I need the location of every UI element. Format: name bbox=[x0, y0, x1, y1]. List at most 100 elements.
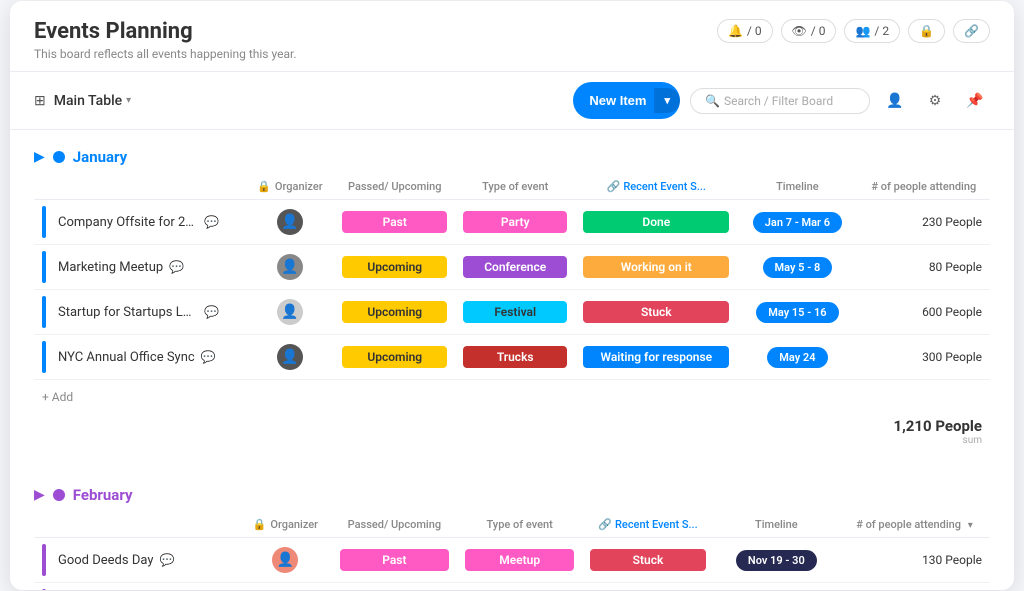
type-cell[interactable]: Festival bbox=[455, 290, 575, 335]
table-icon: ⊞ bbox=[34, 93, 46, 109]
lock-icon-col: 🔒 bbox=[257, 180, 271, 193]
settings-icon-btn[interactable]: ⚙ bbox=[920, 86, 950, 116]
share-badge[interactable]: 🔗 bbox=[953, 19, 990, 43]
january-dot bbox=[53, 151, 65, 163]
status-cell[interactable]: Working on it bbox=[582, 583, 713, 591]
recent-col-link: 🔗 Recent Event S... bbox=[583, 180, 729, 193]
feb-col-header-passed: Passed/ Upcoming bbox=[332, 512, 457, 538]
row-name-text: Good Deeds Day bbox=[58, 553, 153, 568]
type-cell[interactable]: Party bbox=[457, 583, 582, 591]
row-name-container: Good Deeds Day 💬 bbox=[42, 544, 231, 576]
people-count: 300 People bbox=[866, 350, 982, 364]
passed-cell[interactable]: Past bbox=[332, 583, 457, 591]
timeline-pill: Jan 7 - Mar 6 bbox=[753, 212, 842, 233]
row-name-cell: Good Deeds Day 💬 bbox=[34, 538, 239, 583]
timeline-cell[interactable]: Nov 19 - 30 bbox=[714, 538, 839, 583]
type-cell[interactable]: Party bbox=[455, 200, 575, 245]
bell-icon: 🔔 bbox=[728, 24, 743, 38]
passed-cell[interactable]: Upcoming bbox=[334, 290, 454, 335]
january-title: January bbox=[73, 148, 127, 166]
people-cell: 600 People bbox=[858, 290, 990, 335]
group-february: ▶ February 🔒 Organizer Passed/ Upco bbox=[34, 486, 990, 590]
type-cell[interactable]: Meetup bbox=[457, 538, 582, 583]
organizer-cell: 👤 bbox=[239, 538, 332, 583]
sum-cell: 1,210 People sum bbox=[858, 411, 990, 452]
timeline-cell[interactable]: Jan 7 - Mar 6 bbox=[737, 200, 857, 245]
add-row-button[interactable]: + Add bbox=[42, 390, 73, 404]
sort-icon[interactable]: ▾ bbox=[968, 520, 973, 531]
toolbar-left: ⊞ Main Table ▾ bbox=[34, 93, 131, 109]
passed-pill: Past bbox=[342, 211, 446, 233]
eye-icon: 👁 bbox=[792, 24, 807, 38]
type-cell[interactable]: Trucks bbox=[455, 335, 575, 380]
chat-icon[interactable]: 💬 bbox=[204, 215, 219, 229]
row-left-bar bbox=[42, 341, 46, 373]
people-count: 130 People bbox=[847, 553, 982, 567]
chat-icon[interactable]: 💬 bbox=[159, 553, 174, 567]
new-item-button[interactable]: New Item ▾ bbox=[573, 82, 680, 119]
status-cell[interactable]: Waiting for response bbox=[575, 335, 737, 380]
timeline-cell[interactable]: May 15 - 16 bbox=[737, 290, 857, 335]
chat-icon[interactable]: 💬 bbox=[201, 350, 216, 364]
link-icon: 🔗 bbox=[607, 180, 621, 193]
feb-recent-col-link: 🔗 Recent Event S... bbox=[590, 518, 705, 531]
app-wrapper: Events Planning This board reflects all … bbox=[10, 1, 1014, 590]
people-count: 230 People bbox=[866, 215, 982, 229]
sum-spacer bbox=[34, 411, 858, 452]
status-cell[interactable]: Working on it bbox=[575, 245, 737, 290]
avatar: 👤 bbox=[277, 254, 303, 280]
table-row: Company Offsite for 2018 💬 👤 Past Party … bbox=[34, 200, 990, 245]
status-pill: Stuck bbox=[590, 549, 705, 571]
notification-badge[interactable]: 🔔 / 0 bbox=[717, 19, 773, 43]
feb-col-header-name bbox=[34, 512, 239, 538]
toolbar: ⊞ Main Table ▾ New Item ▾ 🔍 Search / Fil… bbox=[10, 72, 1014, 130]
view-badge[interactable]: 👁 / 0 bbox=[781, 19, 837, 43]
february-table: 🔒 Organizer Passed/ Upcoming Type of eve… bbox=[34, 512, 990, 590]
passed-cell[interactable]: Upcoming bbox=[334, 335, 454, 380]
new-item-dropdown-arrow[interactable]: ▾ bbox=[654, 88, 680, 113]
main-table-button[interactable]: Main Table ▾ bbox=[54, 93, 131, 109]
header-left: Events Planning This board reflects all … bbox=[34, 19, 296, 61]
table-row: Marketing Meetup 💬 👤 Upcoming Conference… bbox=[34, 245, 990, 290]
share-icon: 🔗 bbox=[964, 24, 979, 38]
feb-col-header-recent: 🔗 Recent Event S... bbox=[582, 512, 713, 538]
status-cell[interactable]: Stuck bbox=[582, 538, 713, 583]
february-collapse-icon[interactable]: ▶ bbox=[34, 487, 45, 503]
avatar: 👤 bbox=[277, 344, 303, 370]
app-title: Events Planning bbox=[34, 19, 296, 44]
people-cell: 80 People bbox=[858, 245, 990, 290]
table-row: Startup for Startups Lau... 💬 👤 Upcoming… bbox=[34, 290, 990, 335]
sum-row: 1,210 People sum bbox=[34, 411, 990, 452]
search-box[interactable]: 🔍 Search / Filter Board bbox=[690, 88, 870, 114]
timeline-cell[interactable]: Nov 12 - 22 bbox=[714, 583, 839, 591]
passed-cell[interactable]: Upcoming bbox=[334, 245, 454, 290]
row-name-container: Startup for Startups Lau... 💬 bbox=[42, 296, 237, 328]
status-cell[interactable]: Stuck bbox=[575, 290, 737, 335]
january-table: 🔒 Organizer Passed/ Upcoming Type of eve… bbox=[34, 174, 990, 452]
status-cell[interactable]: Done bbox=[575, 200, 737, 245]
avatar: 👤 bbox=[277, 209, 303, 235]
timeline-cell[interactable]: May 5 - 8 bbox=[737, 245, 857, 290]
chat-icon[interactable]: 💬 bbox=[204, 305, 219, 319]
row-left-bar bbox=[42, 589, 46, 590]
row-name-cell: Startup for Startups Lau... 💬 bbox=[34, 290, 245, 335]
timeline-cell[interactable]: May 24 bbox=[737, 335, 857, 380]
row-name-container: NYC Annual Office Sync 💬 bbox=[42, 341, 237, 373]
notification-count: / 0 bbox=[747, 24, 762, 38]
people-count: 80 People bbox=[866, 260, 982, 274]
passed-cell[interactable]: Past bbox=[332, 538, 457, 583]
pin-icon-btn[interactable]: 📌 bbox=[960, 86, 990, 116]
members-badge[interactable]: 👥 / 2 bbox=[844, 19, 900, 43]
january-collapse-icon[interactable]: ▶ bbox=[34, 149, 45, 165]
profile-icon-btn[interactable]: 👤 bbox=[880, 86, 910, 116]
col-header-name bbox=[34, 174, 245, 200]
type-cell[interactable]: Conference bbox=[455, 245, 575, 290]
passed-cell[interactable]: Past bbox=[334, 200, 454, 245]
row-name-container: R&D conference 💬 bbox=[42, 589, 231, 590]
sum-value: 1,210 People bbox=[866, 417, 982, 435]
lock-badge[interactable]: 🔒 bbox=[908, 19, 945, 43]
chat-icon[interactable]: 💬 bbox=[169, 260, 184, 274]
search-placeholder: Search / Filter Board bbox=[724, 94, 833, 108]
feb-col-header-organizer: 🔒 Organizer bbox=[239, 512, 332, 538]
row-name-cell: R&D conference 💬 bbox=[34, 583, 239, 591]
